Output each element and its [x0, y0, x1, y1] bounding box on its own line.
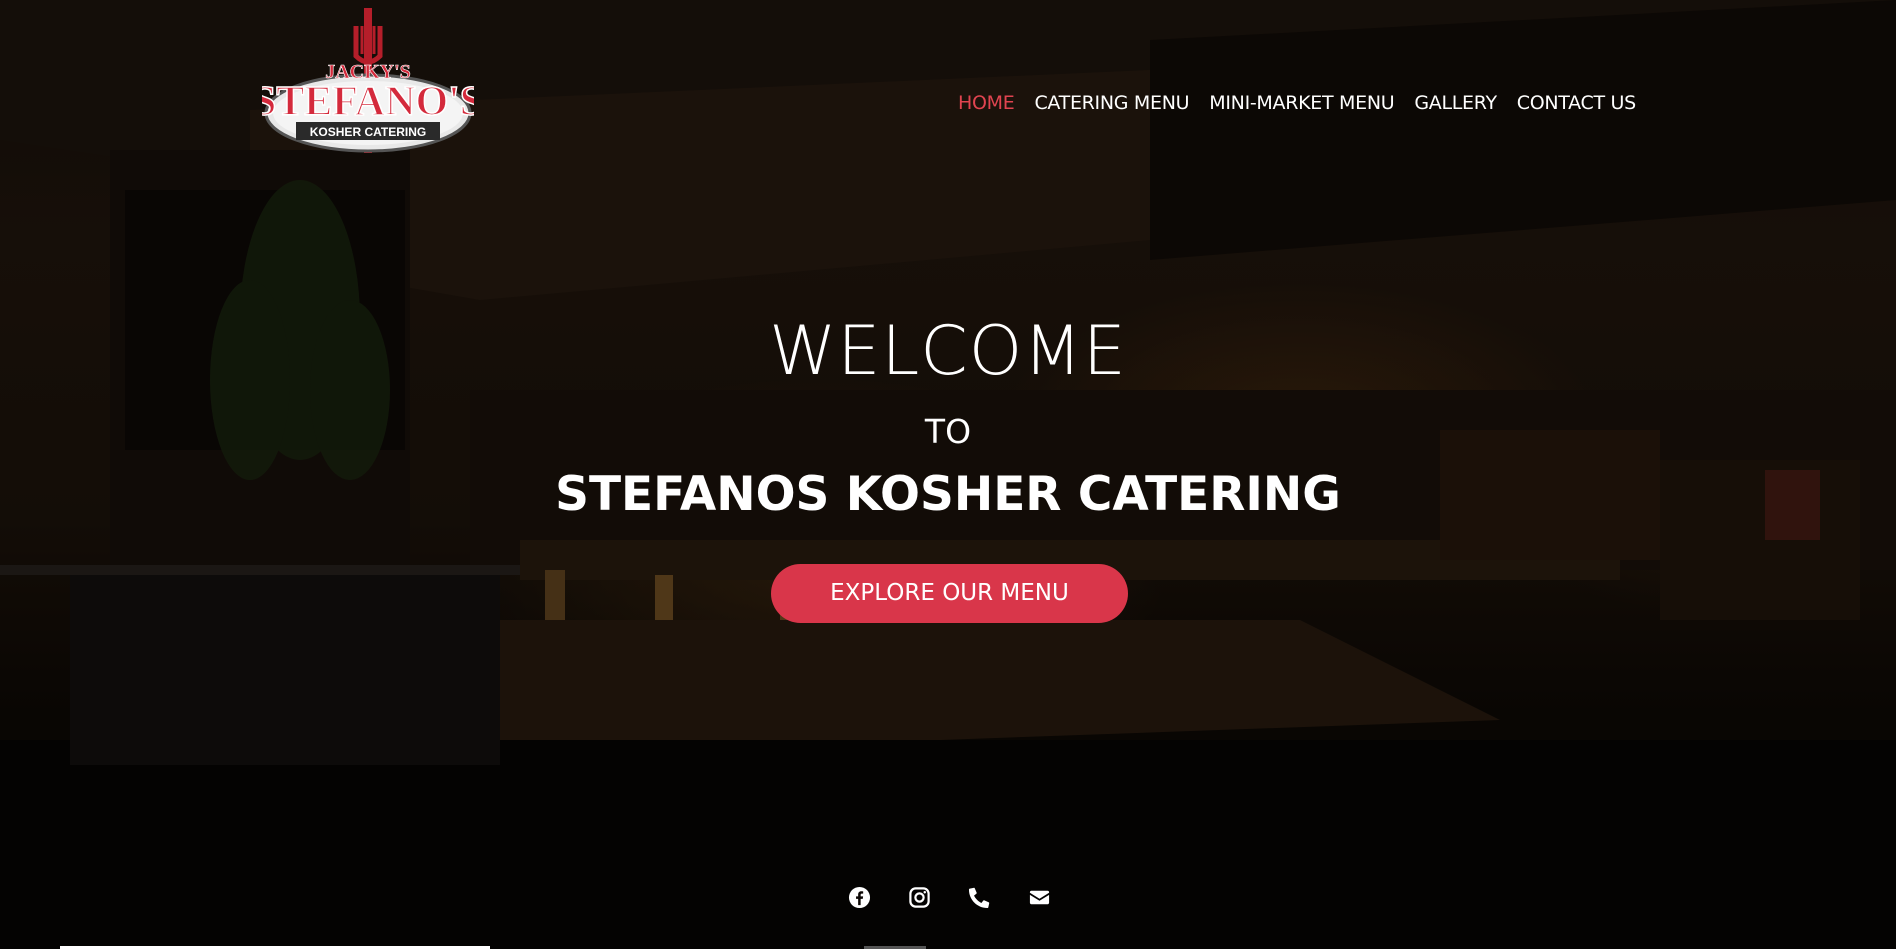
main-nav: HOME CATERING MENU MINI-MARKET MENU GALL… [958, 92, 1656, 114]
hero-welcome-heading: WELCOME [769, 312, 1127, 391]
phone-icon[interactable] [968, 886, 991, 909]
logo-main-text: STEFANO'S [262, 79, 474, 125]
nav-item-mini-market-menu[interactable]: MINI-MARKET MENU [1209, 92, 1394, 114]
hero-section: JACKY'S STEFANO'S KOSHER CATERING HOME C… [0, 0, 1896, 949]
facebook-icon[interactable] [848, 886, 871, 909]
envelope-icon[interactable] [1028, 886, 1051, 909]
logo-sub-text: KOSHER CATERING [310, 125, 426, 139]
nav-item-home[interactable]: HOME [958, 92, 1015, 114]
hero-to-text: TO [924, 412, 972, 451]
social-links [848, 886, 1051, 909]
nav-item-gallery[interactable]: GALLERY [1414, 92, 1497, 114]
nav-item-catering-menu[interactable]: CATERING MENU [1034, 92, 1189, 114]
instagram-icon[interactable] [908, 886, 931, 909]
explore-menu-button[interactable]: EXPLORE OUR MENU [771, 564, 1128, 623]
stefanos-logo[interactable]: JACKY'S STEFANO'S KOSHER CATERING [262, 8, 474, 153]
nav-item-contact-us[interactable]: CONTACT US [1517, 92, 1636, 114]
hero-brand-title: STEFANOS KOSHER CATERING [555, 467, 1341, 522]
